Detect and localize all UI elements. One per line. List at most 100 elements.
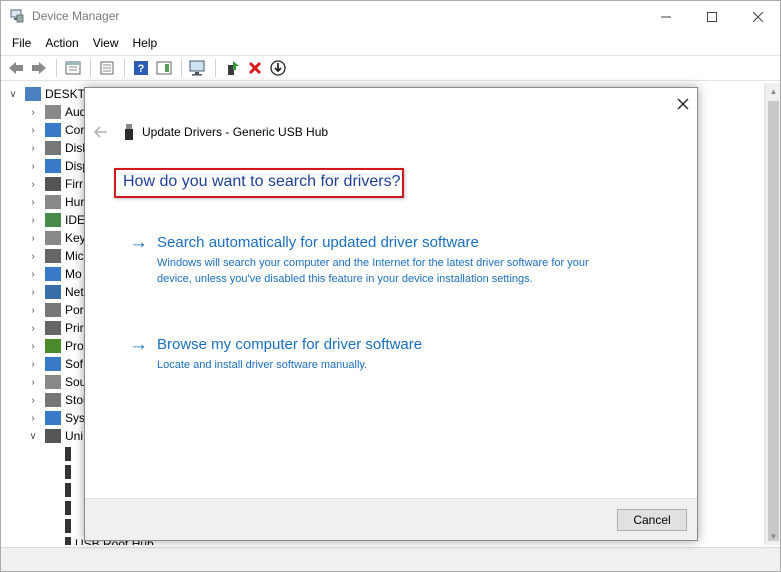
maximize-button[interactable] [689,1,735,32]
option-title[interactable]: Browse my computer for driver software [157,336,422,353]
back-arrow-icon [9,62,23,74]
cancel-button[interactable]: Cancel [617,509,687,531]
scroll-down-icon[interactable]: ▼ [765,528,780,545]
usb-connector-icon [65,501,71,515]
hid-icon [45,195,61,209]
forward-button[interactable] [28,57,50,79]
tree-category[interactable]: › Sou [27,373,86,391]
dialog-close-button[interactable] [673,94,693,114]
tree-category[interactable]: › Sys [27,409,85,427]
tree-category[interactable]: › Stol [27,391,86,409]
mouse-icon [45,249,61,263]
tree-category[interactable]: › IDE [27,211,85,229]
audio-icon [45,105,61,119]
tree-category[interactable]: › Mo [27,265,82,283]
expand-chevron-icon[interactable]: › [27,319,39,337]
menu-action[interactable]: Action [38,36,85,50]
scroll-thumb[interactable] [768,101,779,541]
tree-root[interactable]: ∨ DESKTO [7,85,94,103]
tree-category[interactable]: › Hur [27,193,84,211]
expand-chevron-icon[interactable]: › [27,229,39,247]
minimize-button[interactable] [643,1,689,32]
option-title[interactable]: Search automatically for updated driver … [157,234,479,251]
expand-chevron-icon[interactable]: › [27,121,39,139]
expand-chevron-icon[interactable]: › [27,355,39,373]
expand-chevron-icon[interactable]: › [27,103,39,121]
expand-chevron-icon[interactable]: › [27,193,39,211]
keyboard-icon [45,231,61,245]
title-bar[interactable]: Device Manager [1,1,780,32]
menu-view[interactable]: View [86,36,126,50]
expand-chevron-icon [47,499,59,517]
menu-file[interactable]: File [5,36,38,50]
toolbar-separator [90,59,91,77]
expand-chevron-icon[interactable]: › [27,265,39,283]
svg-text:?: ? [138,63,145,75]
help-icon: ? [134,61,148,75]
show-hidden-button[interactable] [153,57,175,79]
expand-chevron-icon[interactable]: › [27,373,39,391]
expand-chevron-icon[interactable]: › [27,283,39,301]
usb-child-device[interactable] [47,463,75,481]
tree-category[interactable]: › Pro [27,337,84,355]
expand-chevron-icon[interactable]: › [27,247,39,265]
usb-child-device[interactable] [47,445,75,463]
tree-item-label: Uni [65,429,84,443]
tree-category[interactable]: › Firr [27,175,83,193]
usb-child-device[interactable] [47,499,75,517]
usb-child-device[interactable] [47,481,75,499]
tree-category[interactable]: › Disp [27,157,89,175]
console-tree-icon [65,61,81,75]
expand-chevron-icon[interactable]: › [27,409,39,427]
forward-arrow-icon [32,62,46,74]
tree-category[interactable]: ∨ Uni [27,427,83,445]
tree-item-label: Firr [65,177,83,191]
search-question-heading: How do you want to search for drivers? [123,173,401,190]
scroll-up-icon[interactable]: ▲ [765,83,780,100]
usb-child-device[interactable] [47,517,75,535]
red-x-icon [248,61,262,75]
tree-category[interactable]: › Prir [27,319,84,337]
expand-chevron-icon[interactable]: › [27,175,39,193]
tree-category[interactable]: › Disl [27,139,85,157]
expand-chevron-icon[interactable]: › [27,211,39,229]
scan-hardware-button[interactable] [187,57,209,79]
dialog-title: Update Drivers - Generic USB Hub [142,125,329,139]
dialog-back-button[interactable] [94,124,110,140]
vertical-scrollbar[interactable]: ▲ ▼ [764,83,780,545]
expand-chevron-icon[interactable]: › [27,139,39,157]
tree-category[interactable]: › Cor [27,121,84,139]
tree-item-label: Cor [65,123,85,137]
disk-drive-icon [45,141,61,155]
tree-item-label: Mic [65,249,84,263]
usb-device-icon [125,124,133,140]
tree-category[interactable]: › Aud [27,103,86,121]
search-automatically-option[interactable]: → Search automatically for updated drive… [129,233,599,303]
tree-item-label: Stol [65,393,86,407]
help-button[interactable]: ? [130,57,152,79]
expand-chevron-icon[interactable]: › [27,337,39,355]
expand-chevron-icon [47,445,59,463]
tree-category[interactable]: › Key [27,229,86,247]
expand-chevron-icon[interactable]: › [27,391,39,409]
usb-controller-icon [45,429,61,443]
expand-chevron-icon[interactable]: › [27,301,39,319]
tree-category[interactable]: › Por [27,301,84,319]
uninstall-device-button[interactable] [244,57,266,79]
expand-chevron-icon[interactable]: › [27,157,39,175]
tree-item-label: Sys [65,411,86,425]
browse-computer-option[interactable]: → Browse my computer for driver software… [129,335,599,375]
tree-item-label: Net [65,285,84,299]
tree-category[interactable]: › Sof [27,355,83,373]
update-driver-button[interactable] [221,57,243,79]
collapse-chevron-icon[interactable]: ∨ [27,427,39,445]
tree-category[interactable]: › Mic [27,247,84,265]
properties-button[interactable] [96,57,118,79]
menu-help[interactable]: Help [126,36,165,50]
back-button[interactable] [5,57,27,79]
tree-category[interactable]: › Net [27,283,84,301]
disable-device-button[interactable] [267,57,289,79]
collapse-chevron-icon[interactable]: ∨ [7,85,19,103]
properties-view-button[interactable] [62,57,84,79]
close-window-button[interactable] [735,1,780,32]
